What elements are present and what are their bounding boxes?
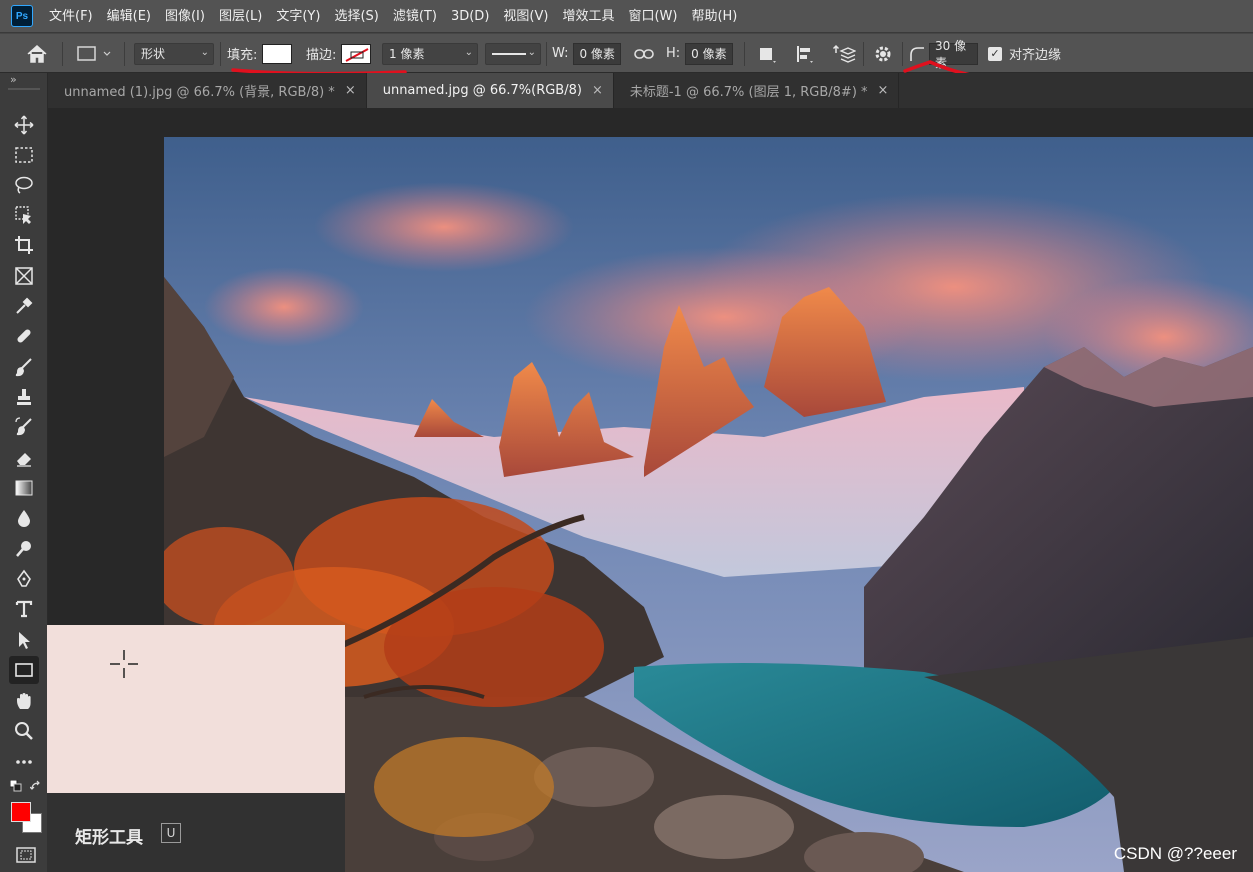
path-arrangement-icon[interactable]	[832, 34, 856, 73]
menu-item[interactable]: 选择(S)	[327, 0, 385, 33]
rectangle-preset-icon	[77, 45, 111, 61]
stamp-icon[interactable]	[9, 383, 39, 411]
brush-icon[interactable]	[9, 353, 39, 381]
tools-panel: »	[0, 73, 48, 872]
gradient-icon[interactable]	[9, 474, 39, 502]
close-icon[interactable]: ×	[592, 83, 603, 98]
move-icon[interactable]	[9, 111, 39, 139]
fill-swatch[interactable]	[262, 43, 293, 64]
more-icon[interactable]	[9, 748, 39, 776]
chevron-down-icon: ⌄	[464, 46, 473, 58]
watermark: CSDN @??eeer	[1113, 844, 1237, 863]
menu-item[interactable]: 文字(Y)	[269, 0, 327, 33]
path-operations-icon[interactable]	[757, 34, 779, 73]
fill-label: 填充:	[227, 48, 258, 63]
crosshair-cursor-icon	[110, 650, 138, 678]
menu-item[interactable]: 增效工具	[555, 0, 621, 33]
shape-preset-picker[interactable]	[76, 34, 114, 73]
type-icon[interactable]	[9, 595, 39, 623]
width-label: W:	[552, 46, 569, 61]
lasso-icon[interactable]	[9, 171, 39, 199]
width-field[interactable]: 0 像素	[573, 42, 622, 65]
healing-icon[interactable]	[9, 322, 39, 350]
options-bar: 形状 ⌄ 填充: 描边: 1 像素 ⌄ ⌄ W: 0 像素 H: 0 像素 30…	[0, 33, 1253, 73]
stroke-width-dropdown[interactable]: 1 像素 ⌄	[382, 42, 478, 65]
tab-label: unnamed.jpg @ 66.7%(RGB/8)	[382, 83, 582, 98]
tooltip-preview	[47, 625, 345, 793]
swap-colors-icon[interactable]	[29, 780, 42, 796]
chevron-down-icon: ⌄	[200, 46, 209, 58]
stroke-width-value: 1 像素	[389, 47, 425, 61]
menu-item[interactable]: 窗口(W)	[621, 0, 684, 33]
zoom-icon[interactable]	[9, 717, 39, 745]
align-edges-checkbox[interactable]: ✓	[988, 46, 1002, 61]
stroke-label: 描边:	[306, 48, 337, 63]
marquee-icon[interactable]	[9, 141, 39, 169]
default-colors-icon[interactable]	[9, 779, 22, 796]
height-field[interactable]: 0 像素	[685, 42, 734, 65]
menu-bar: Ps 文件(F) 编辑(E) 图像(I) 图层(L) 文字(Y) 选择(S) 滤镜(T) 3D…	[0, 0, 1253, 33]
align-edges-label: 对齐边缘	[1009, 48, 1062, 63]
link-icon[interactable]	[634, 34, 654, 73]
document-tab[interactable]: unnamed.jpg @ 66.7%(RGB/8) ×	[366, 73, 614, 108]
tooltip-shortcut: U	[161, 823, 181, 843]
eraser-icon[interactable]	[9, 444, 39, 472]
collapse-toolbar-icon[interactable]: »	[0, 73, 48, 93]
stroke-type-dropdown[interactable]: ⌄	[485, 42, 541, 65]
home-icon[interactable]	[26, 34, 48, 73]
tooltip-title: 矩形工具	[75, 828, 143, 848]
rectangle-icon[interactable]	[9, 656, 39, 684]
dodge-icon[interactable]	[9, 535, 39, 563]
menu-item[interactable]: 图像(I)	[158, 0, 212, 33]
photoshop-logo-icon: Ps	[11, 5, 33, 27]
mode-dropdown[interactable]: 形状 ⌄	[134, 42, 214, 65]
tool-tooltip: 矩形工具 U	[47, 625, 345, 872]
menu-items: 文件(F) 编辑(E) 图像(I) 图层(L) 文字(Y) 选择(S) 滤镜(T) 3D(D)…	[42, 0, 744, 33]
foreground-color-swatch[interactable]	[11, 802, 31, 822]
menu-item[interactable]: 视图(V)	[496, 0, 555, 33]
gear-icon[interactable]	[873, 34, 893, 73]
eyedropper-icon[interactable]	[9, 292, 39, 320]
quick-mask-icon[interactable]	[16, 846, 36, 868]
crop-icon[interactable]	[9, 231, 39, 259]
menu-item[interactable]: 3D(D)	[444, 0, 496, 33]
close-icon[interactable]: ×	[345, 83, 356, 98]
height-label: H:	[666, 46, 681, 61]
path-alignment-icon[interactable]	[794, 34, 816, 73]
document-tab[interactable]: 未标题-1 @ 66.7% (图层 1, RGB/8#) * ×	[614, 73, 900, 108]
object-select-icon[interactable]	[9, 201, 39, 229]
pen-icon[interactable]	[9, 565, 39, 593]
blur-icon[interactable]	[9, 504, 39, 532]
frame-icon[interactable]	[9, 262, 39, 290]
history-brush-icon[interactable]	[9, 413, 39, 441]
close-icon[interactable]: ×	[878, 83, 889, 98]
menu-item[interactable]: 编辑(E)	[100, 0, 158, 33]
stroke-swatch[interactable]	[341, 43, 372, 64]
tab-label: unnamed (1).jpg @ 66.7% (背景, RGB/8) *	[64, 85, 335, 100]
solid-line-icon	[492, 52, 526, 55]
hand-icon[interactable]	[9, 687, 39, 715]
path-select-icon[interactable]	[9, 626, 39, 654]
corner-radius-icon	[908, 34, 926, 73]
no-color-icon	[345, 47, 369, 62]
tab-label: 未标题-1 @ 66.7% (图层 1, RGB/8#) *	[629, 85, 868, 100]
menu-item[interactable]: 帮助(H)	[684, 0, 744, 33]
menu-item[interactable]: 文件(F)	[42, 0, 100, 33]
mode-value: 形状	[141, 47, 166, 61]
corner-radius-field[interactable]: 30 像素	[929, 39, 978, 70]
menu-item[interactable]: 滤镜(T)	[386, 0, 444, 33]
menu-item[interactable]: 图层(L)	[212, 0, 269, 33]
tooltip-label-area: 矩形工具 U	[47, 793, 345, 872]
chevron-down-icon: ⌄	[527, 46, 536, 58]
document-tabs: unnamed (1).jpg @ 66.7% (背景, RGB/8) * × un…	[48, 73, 1253, 108]
document-tab[interactable]: unnamed (1).jpg @ 66.7% (背景, RGB/8) * ×	[48, 73, 367, 108]
